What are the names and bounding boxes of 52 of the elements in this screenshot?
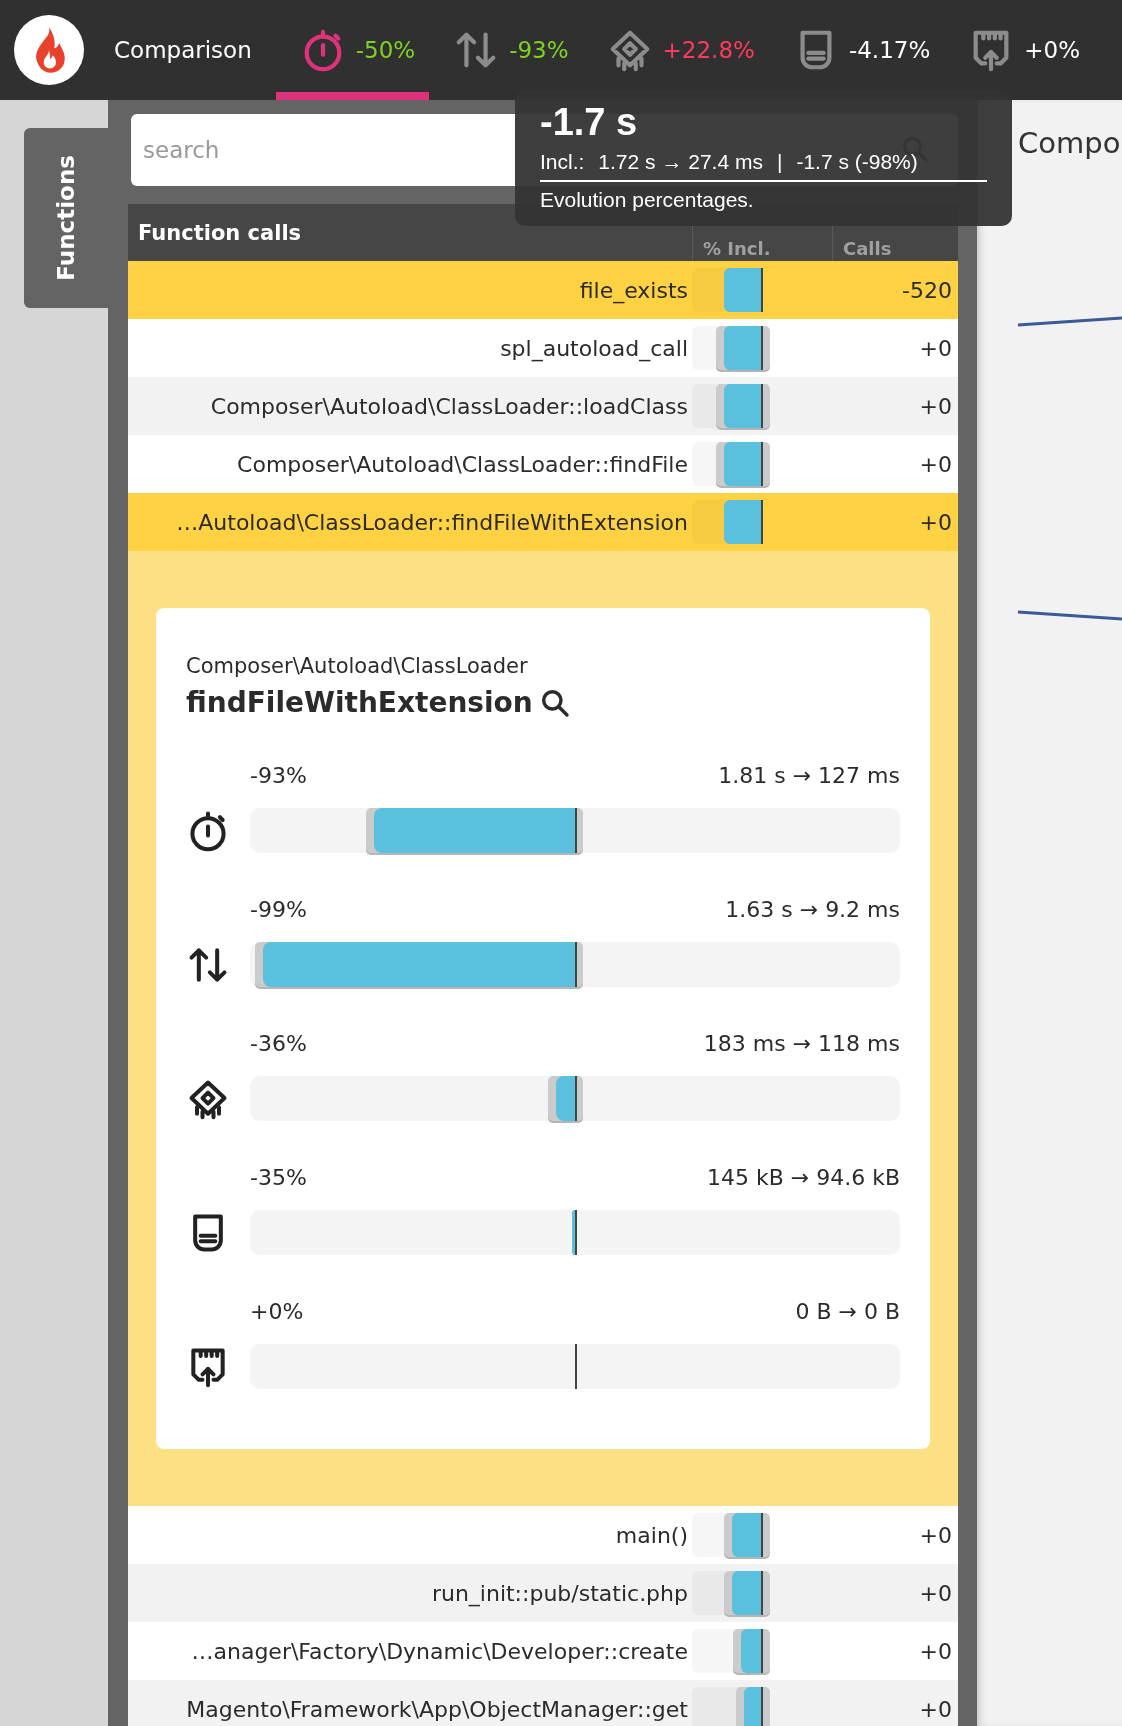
metric-tab[interactable]: +22.8%: [582, 0, 769, 100]
metric-tab[interactable]: +0%: [944, 0, 1095, 100]
calls-count: +0: [918, 1580, 953, 1606]
function-name: …Autoload\ClassLoader::findFileWithExtension: [175, 509, 689, 535]
function-name: Composer\Autoload\ClassLoader::loadClass: [209, 393, 689, 419]
table-row[interactable]: Composer\Autoload\ClassLoader::findFile +0: [128, 435, 958, 493]
metric-delta: -1.7 s (-98%): [796, 150, 918, 174]
function-name: findFileWithExtension: [186, 686, 533, 719]
tooltip-title: -1.7 s: [540, 100, 639, 144]
function-name: main(): [614, 1522, 689, 1548]
function-name: Composer\Autoload\ClassLoader::findFile: [236, 451, 689, 477]
change-percent: -36%: [250, 1031, 307, 1056]
function-name: Magento\Framework\App\ObjectManager::get: [185, 1696, 689, 1722]
functions-tab[interactable]: Functions: [24, 128, 108, 308]
app-title: Comparison: [114, 37, 252, 63]
table-row[interactable]: …anager\Factory\Dynamic\Developer::create +0: [128, 1622, 958, 1680]
calls-count: +0: [918, 1638, 953, 1664]
function-name: run_init::pub/static.php: [430, 1580, 689, 1606]
function-name: file_exists: [578, 277, 689, 303]
table-row[interactable]: Magento\Framework\App\ObjectManager::get +0: [128, 1680, 958, 1726]
metric-reading: 183 ms → 118 ms: [703, 1031, 900, 1056]
column-header: Function calls: [137, 220, 303, 245]
metric-tab[interactable]: -93%: [429, 0, 583, 100]
node-label: Compo: [1018, 126, 1121, 160]
calls-count: +0: [918, 1696, 953, 1722]
function-name: …anager\Factory\Dynamic\Developer::create: [190, 1638, 689, 1664]
separator: |: [776, 150, 783, 174]
calls-count: +0: [918, 451, 953, 477]
function-name: spl_autoload_call: [499, 335, 689, 361]
class-name: Composer\Autoload\ClassLoader: [186, 654, 529, 678]
change-percent: -93%: [250, 763, 307, 788]
metric-reading: 1.81 s → 127 ms: [718, 763, 900, 788]
calls-count: -520: [901, 277, 953, 303]
change-percent: -35%: [250, 1165, 307, 1190]
metric-reading: 0 B → 0 B: [795, 1299, 900, 1324]
metric-reading: 145 kB → 94.6 kB: [706, 1165, 900, 1190]
table-row[interactable]: main() +0: [128, 1506, 958, 1564]
table-row[interactable]: Composer\Autoload\ClassLoader::loadClass +0: [128, 377, 958, 435]
calls-count: +0: [918, 335, 953, 361]
table-row[interactable]: spl_autoload_call +0: [128, 319, 958, 377]
table-row[interactable]: run_init::pub/static.php +0: [128, 1564, 958, 1622]
metric-label: Incl.:: [540, 150, 585, 174]
metric-change: 1.72 s → 27.4 ms: [598, 150, 763, 174]
change-percent: -99%: [250, 897, 307, 922]
calls-count: +0: [918, 509, 953, 535]
calls-count: +0: [918, 393, 953, 419]
metric-reading: 1.63 s → 9.2 ms: [725, 897, 900, 922]
table-row[interactable]: …Autoload\ClassLoader::findFileWithExtension +0: [128, 493, 958, 551]
table-row[interactable]: file_exists -520: [128, 261, 958, 319]
metric-tab[interactable]: -4.17%: [768, 0, 945, 100]
calls-count: +0: [918, 1522, 953, 1548]
change-percent: +0%: [250, 1299, 304, 1324]
